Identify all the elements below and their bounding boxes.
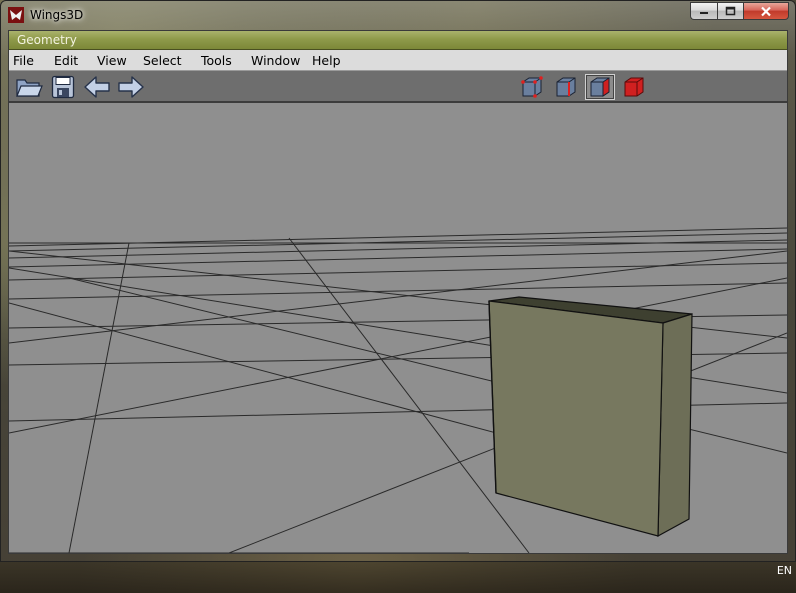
viewport-scene — [9, 227, 787, 553]
save-disk-icon — [51, 75, 75, 99]
maximize-icon — [725, 6, 736, 16]
redo-button[interactable] — [117, 74, 145, 100]
open-folder-icon — [16, 79, 43, 97]
close-button[interactable] — [743, 2, 789, 20]
maximize-button[interactable] — [717, 2, 743, 20]
menu-window[interactable]: Window — [251, 53, 300, 68]
save-button[interactable] — [49, 74, 77, 100]
face-mode-button[interactable] — [585, 74, 615, 100]
face-mode-icon — [590, 77, 610, 97]
close-icon — [761, 6, 771, 16]
undo-arrow-icon — [84, 76, 110, 98]
geometry-title-bar: Geometry — [9, 31, 787, 50]
body-mode-button[interactable] — [619, 74, 649, 100]
open-button[interactable] — [15, 74, 43, 100]
minimize-icon — [700, 12, 708, 14]
wings3d-client-area: Geometry File Edit View Select Tools Win… — [8, 30, 788, 554]
body-mode-icon — [624, 77, 644, 97]
window-title: Wings3D — [30, 8, 84, 22]
vertex-mode-button[interactable] — [517, 74, 547, 100]
menu-bar: File Edit View Select Tools Window Help — [9, 50, 787, 71]
3d-viewport[interactable] — [9, 103, 787, 553]
menu-tools[interactable]: Tools — [201, 53, 232, 68]
menu-file[interactable]: File — [13, 53, 34, 68]
menu-select[interactable]: Select — [143, 53, 182, 68]
geometry-title: Geometry — [17, 33, 77, 47]
title-bar[interactable]: Wings3D — [1, 1, 795, 31]
menu-help[interactable]: Help — [312, 53, 341, 68]
menu-view[interactable]: View — [97, 53, 127, 68]
language-indicator[interactable]: EN — [777, 564, 792, 577]
minimize-button[interactable] — [690, 2, 717, 20]
redo-arrow-icon — [118, 76, 144, 98]
edge-mode-button[interactable] — [551, 74, 581, 100]
caption-buttons — [690, 2, 789, 21]
wings3d-app-icon — [8, 7, 24, 23]
selected-cube[interactable] — [488, 296, 693, 538]
toolbar — [9, 71, 787, 103]
menu-edit[interactable]: Edit — [54, 53, 78, 68]
undo-button[interactable] — [83, 74, 111, 100]
vertex-mode-icon — [521, 76, 543, 98]
edge-mode-icon — [556, 77, 576, 97]
taskbar: EN — [0, 562, 796, 593]
